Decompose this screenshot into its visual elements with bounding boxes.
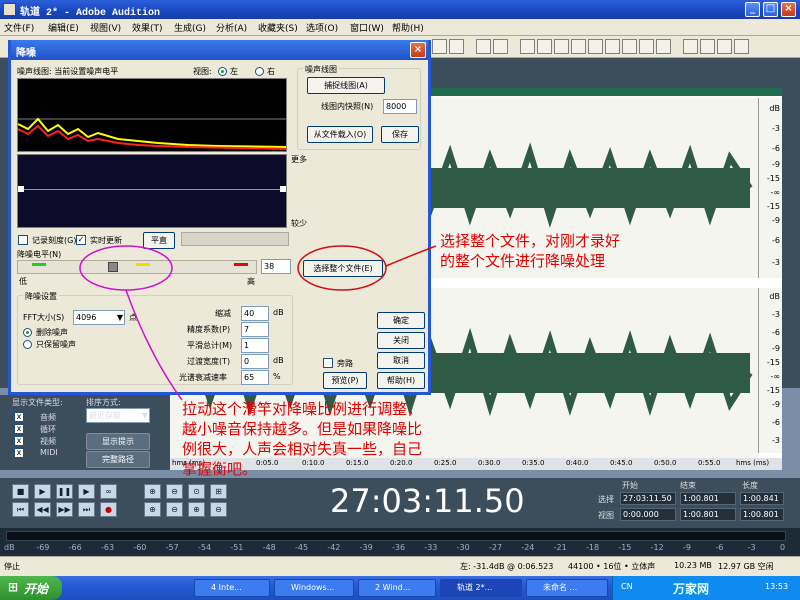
annotation-marks: [79, 245, 437, 401]
annotation-text: 的整个文件进行降噪处理: [440, 252, 606, 270]
annotation-text: 拉动这个滑竿对降噪比例进行调整，: [182, 400, 423, 418]
button-circle-mark: [297, 245, 387, 291]
annotation-text: 越小噪音保持越多。但是如果降噪比: [182, 420, 423, 438]
slider-circle-mark: [79, 245, 173, 291]
button-arrow-mark: [385, 245, 437, 267]
annotation-text: 掌握衡吧。: [182, 460, 258, 478]
annotation-text: 例很大，人声会相对失真一些，自己: [182, 440, 423, 458]
slider-arrow-mark: [125, 289, 183, 401]
annotation-text: 选择整个文件，对刚才录好: [440, 232, 621, 250]
